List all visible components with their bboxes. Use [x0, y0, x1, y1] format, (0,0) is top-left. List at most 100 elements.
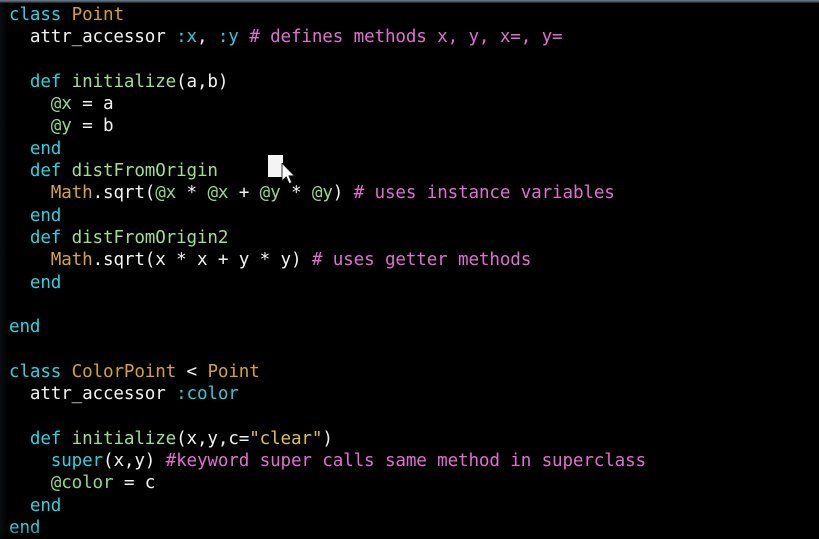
code-line[interactable]: class ColorPoint < Point	[0, 361, 819, 383]
code-line[interactable]	[0, 338, 819, 360]
code-line[interactable]: end	[0, 316, 819, 338]
mouse-pointer-icon	[281, 162, 297, 187]
code-token-str: "clear"	[249, 428, 323, 449]
code-line[interactable]: attr_accessor :color	[0, 383, 819, 405]
code-token-ivar: @x	[50, 94, 72, 115]
code-token-cls: Point	[71, 5, 124, 25]
code-token-plain: attr_accessor	[9, 27, 177, 48]
code-token-plain: (x,y,c=	[176, 428, 250, 449]
code-token-kw: class	[9, 5, 62, 25]
code-token-cmt: # uses getter methods	[311, 250, 532, 271]
code-line[interactable]	[0, 405, 819, 427]
code-line[interactable]: end	[0, 517, 819, 539]
code-token-sym: :x	[176, 27, 197, 48]
code-token-ivar: @y	[50, 116, 72, 137]
code-token-plain: *	[176, 183, 208, 204]
code-token-mth: distFromOrigin2	[71, 227, 229, 248]
editor-window: class Point attr_accessor :x, :y # defin…	[0, 0, 819, 539]
code-token-cmt: # defines methods x, y, x=, y=	[249, 27, 563, 48]
code-token-kw: class	[9, 361, 62, 382]
code-line[interactable]: Math.sqrt(@x * @x + @y * @y) # uses inst…	[0, 182, 819, 204]
code-token-plain: <	[176, 361, 208, 382]
code-token-kw: super	[50, 450, 103, 471]
code-token-kw: end	[29, 272, 62, 293]
code-token-const: Math	[50, 183, 93, 204]
code-line[interactable]	[0, 294, 819, 316]
code-token-kw: end	[29, 495, 62, 516]
code-token-plain: (x,y)	[103, 450, 166, 471]
code-line[interactable]: @color = c	[0, 472, 819, 494]
code-token-kw: end	[29, 205, 62, 226]
code-line[interactable]: end	[0, 495, 819, 517]
code-line[interactable]: end	[0, 138, 819, 160]
code-line[interactable]: @x = a	[0, 93, 819, 115]
code-line[interactable]: def initialize(a,b)	[0, 71, 819, 93]
code-token-cmt: #keyword super calls same method in supe…	[165, 450, 647, 471]
code-token-plain: = b	[71, 116, 114, 137]
code-token-plain: attr_accessor	[9, 384, 177, 405]
code-token-plain: = c	[113, 473, 156, 494]
code-line[interactable]	[0, 49, 819, 71]
code-token-plain: .sqrt(	[92, 183, 156, 204]
code-token-kw: end	[9, 517, 41, 538]
code-token-sym: :y	[217, 27, 239, 48]
code-token-cmt: # uses instance variables	[353, 183, 615, 204]
code-token-mth: distFromOrigin	[71, 161, 218, 182]
code-token-kw: end	[29, 138, 62, 159]
code-token-kw: def	[29, 161, 62, 182]
code-token-ivar: @color	[50, 473, 114, 494]
code-line[interactable]: def distFromOrigin2	[0, 227, 819, 249]
code-token-kw: def	[29, 71, 62, 92]
code-line[interactable]: @y = b	[0, 115, 819, 137]
code-line[interactable]: class Point	[0, 4, 819, 26]
code-token-kw: def	[29, 227, 62, 248]
code-token-ivar: @y	[259, 183, 281, 204]
code-text-area[interactable]: class Point attr_accessor :x, :y # defin…	[0, 3, 819, 539]
code-token-plain: (a,b)	[176, 71, 229, 92]
code-line[interactable]: def initialize(x,y,c="clear")	[0, 428, 819, 450]
code-token-mth: initialize	[71, 428, 177, 449]
code-line[interactable]: super(x,y) #keyword super calls same met…	[0, 450, 819, 472]
code-token-mth: initialize	[71, 71, 177, 92]
code-token-ivar: @x	[155, 183, 177, 204]
code-token-plain: )	[332, 183, 354, 204]
code-token-sym: :color	[176, 384, 239, 405]
code-token-cls: ColorPoint	[71, 361, 177, 382]
code-token-const: Math	[50, 250, 93, 271]
code-token-plain: = a	[71, 94, 114, 115]
code-token-plain: .sqrt(x * x + y * y)	[92, 250, 312, 271]
code-line[interactable]: Math.sqrt(x * x + y * y) # uses getter m…	[0, 249, 819, 271]
code-line[interactable]: attr_accessor :x, :y # defines methods x…	[0, 26, 819, 48]
code-token-plain: ,	[196, 27, 218, 48]
code-token-plain: )	[322, 428, 333, 449]
code-line[interactable]: end	[0, 272, 819, 294]
code-token-cls: Point	[207, 361, 260, 382]
code-line[interactable]: end	[0, 205, 819, 227]
code-token-ivar: @y	[311, 183, 333, 204]
code-token-plain: +	[228, 183, 260, 204]
code-line[interactable]: def distFromOrigin	[0, 160, 819, 182]
code-token-kw: end	[9, 317, 41, 338]
code-token-ivar: @x	[207, 183, 229, 204]
